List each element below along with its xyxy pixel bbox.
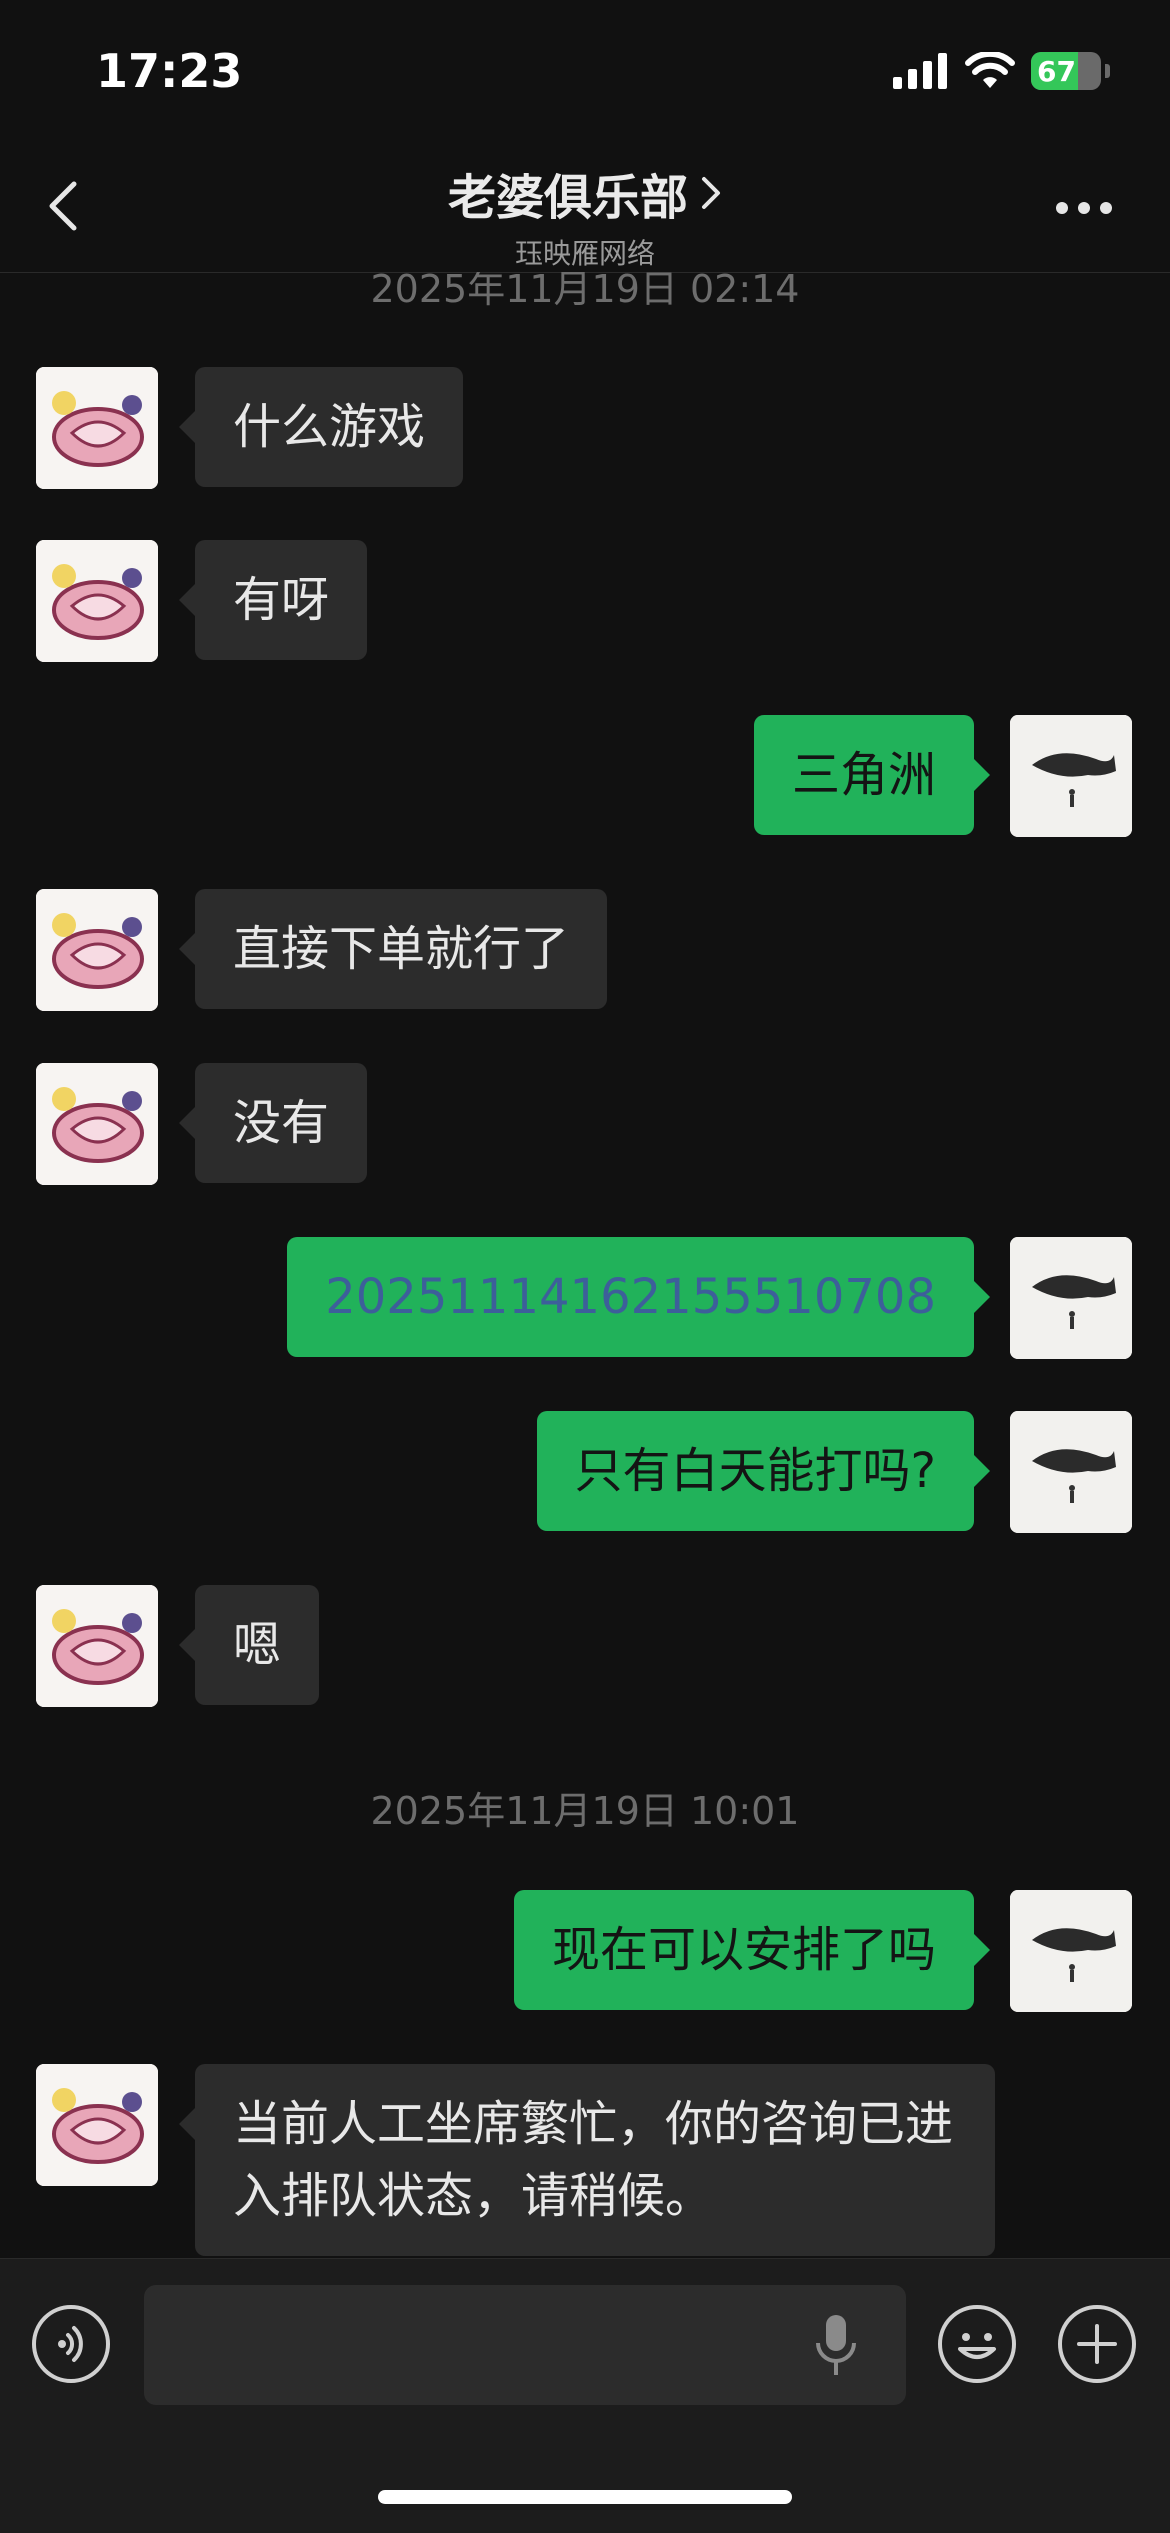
club-logo-avatar-icon (36, 540, 158, 662)
avatar[interactable] (36, 2064, 158, 2186)
wifi-icon (965, 52, 1015, 88)
club-logo-avatar-icon (36, 1585, 158, 1707)
avatar[interactable] (36, 1063, 158, 1185)
status-time: 17:23 (96, 44, 243, 98)
message-bubble-incoming[interactable]: 没有 (178, 1063, 368, 1183)
signal-icon (893, 53, 947, 89)
chat-header: 老婆俱乐部 珏映雁网络 (0, 140, 1170, 273)
club-logo-avatar-icon (36, 889, 158, 1011)
message-bubble-outgoing-link[interactable]: 20251114162155510708 (287, 1237, 990, 1357)
club-logo-avatar-icon (36, 367, 158, 489)
whale-avatar-icon (1010, 715, 1132, 837)
avatar-self[interactable] (1010, 1411, 1132, 1533)
chevron-right-icon (702, 177, 720, 209)
battery-level: 67 (1037, 55, 1076, 88)
whale-avatar-icon (1010, 1237, 1132, 1359)
club-logo-avatar-icon (36, 1063, 158, 1185)
message-bubble-incoming[interactable]: 有呀 (178, 540, 368, 660)
avatar[interactable] (36, 889, 158, 1011)
voice-icon[interactable] (32, 2305, 110, 2383)
avatar-self[interactable] (1010, 715, 1132, 837)
message-bubble-outgoing[interactable]: 只有白天能打吗? (536, 1411, 991, 1531)
status-icons: 67 (893, 52, 1110, 90)
chat-subtitle: 珏映雁网络 (514, 237, 655, 270)
chat-messages[interactable]: 2025年11月19日 02:14 什么游戏 有呀 三角洲 直接下单就行了 没有… (0, 272, 1170, 2258)
avatar-self[interactable] (1010, 1237, 1132, 1359)
message-bubble-incoming[interactable]: 当前人工坐席繁忙，你的咨询已进入排队状态，请稍候。 (179, 2064, 995, 2256)
message-bubble-outgoing[interactable]: 三角洲 (753, 715, 991, 835)
chat-title-text: 老婆俱乐部 (447, 170, 688, 226)
battery-tip (1105, 64, 1110, 78)
message-input[interactable] (144, 2285, 906, 2405)
microphone-icon[interactable] (812, 2309, 860, 2381)
avatar[interactable] (36, 1585, 158, 1707)
battery-icon: 67 (1031, 52, 1101, 90)
whale-avatar-icon (1010, 1411, 1132, 1533)
chat-title-area[interactable]: 老婆俱乐部 珏映雁网络 (0, 158, 1170, 272)
avatar-self[interactable] (1010, 1890, 1132, 2012)
more-dots-icon[interactable] (1054, 196, 1114, 220)
message-bubble-incoming[interactable]: 嗯 (178, 1585, 320, 1705)
chat-title[interactable]: 老婆俱乐部 (448, 158, 722, 228)
timestamp: 2025年11月19日 02:14 (370, 272, 800, 311)
message-bubble-incoming[interactable]: 什么游戏 (178, 367, 464, 487)
whale-avatar-icon (1010, 1890, 1132, 2012)
message-bubble-incoming[interactable]: 直接下单就行了 (178, 889, 608, 1009)
message-bubble-outgoing[interactable]: 现在可以安排了吗 (513, 1890, 991, 2010)
plus-icon[interactable] (1058, 2305, 1136, 2383)
avatar[interactable] (36, 367, 158, 489)
timestamp: 2025年11月19日 10:01 (370, 1789, 800, 1833)
emoji-icon[interactable] (938, 2305, 1016, 2383)
avatar[interactable] (36, 540, 158, 662)
home-indicator[interactable] (378, 2490, 792, 2504)
status-bar: 17:23 67 (0, 0, 1170, 140)
club-logo-avatar-icon (36, 2064, 158, 2186)
